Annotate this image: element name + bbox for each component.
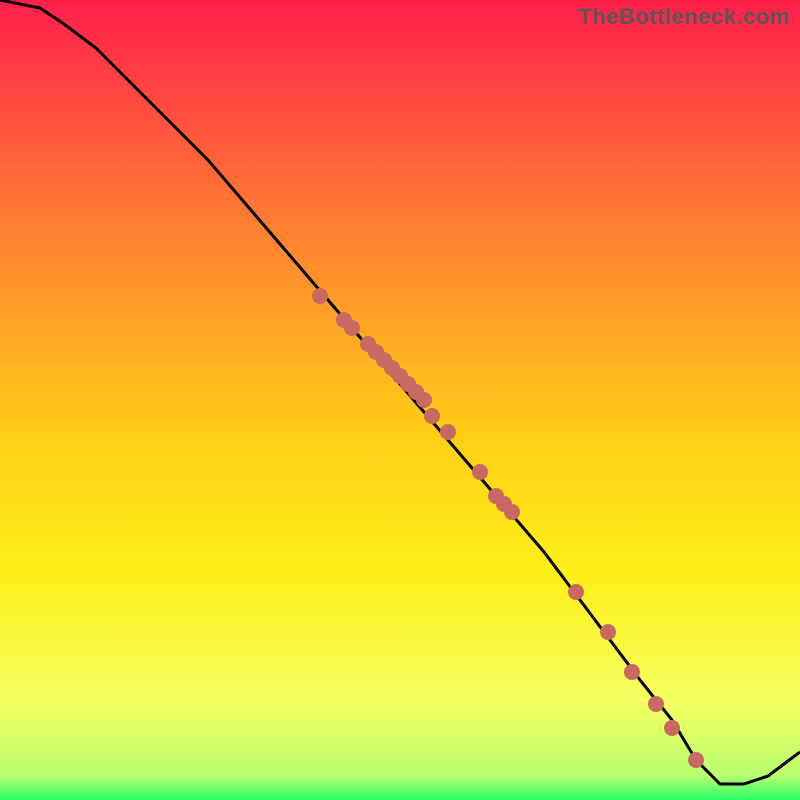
marker-dot bbox=[568, 584, 584, 600]
marker-dot bbox=[344, 320, 360, 336]
chart-svg bbox=[0, 0, 800, 800]
marker-dot bbox=[416, 392, 432, 408]
chart-background-gradient bbox=[0, 0, 800, 800]
marker-dot bbox=[664, 720, 680, 736]
marker-dot bbox=[648, 696, 664, 712]
marker-dot bbox=[504, 504, 520, 520]
marker-dot bbox=[424, 408, 440, 424]
marker-dot bbox=[600, 624, 616, 640]
marker-dot bbox=[624, 664, 640, 680]
marker-dot bbox=[312, 288, 328, 304]
marker-dot bbox=[688, 752, 704, 768]
marker-dot bbox=[440, 424, 456, 440]
marker-dot bbox=[472, 464, 488, 480]
bottleneck-chart: TheBottleneck.com bbox=[0, 0, 800, 800]
watermark-text: TheBottleneck.com bbox=[579, 4, 790, 30]
